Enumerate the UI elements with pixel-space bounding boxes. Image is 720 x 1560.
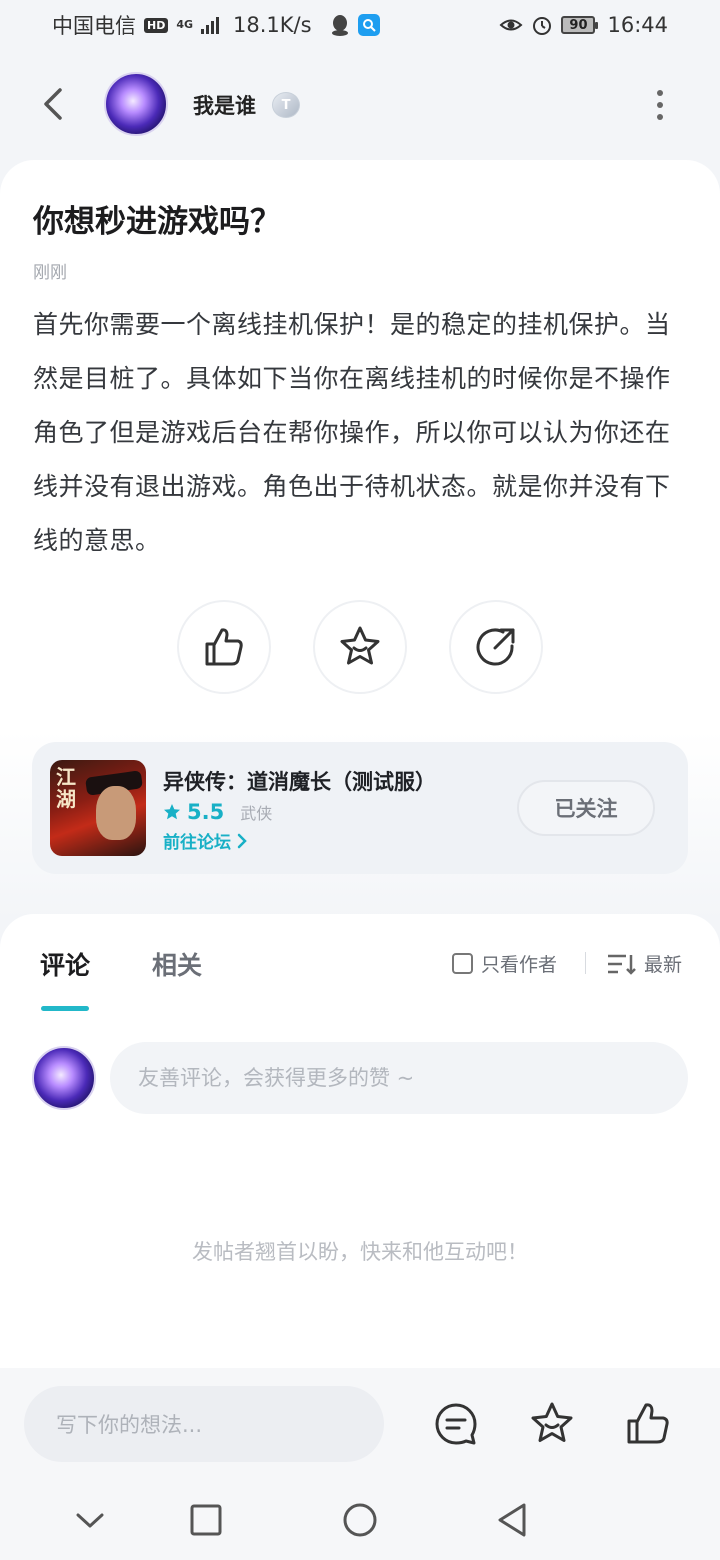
hd-icon: HD xyxy=(144,17,169,33)
more-options-icon[interactable] xyxy=(652,90,668,120)
game-icon-text: 江湖 xyxy=(56,765,76,811)
sort-icon xyxy=(608,954,636,975)
clock: 16:44 xyxy=(607,13,668,37)
nav-recents-icon[interactable] xyxy=(188,1502,224,1538)
star-icon[interactable] xyxy=(528,1400,576,1448)
eye-icon xyxy=(499,19,523,31)
network-speed: 18.1K/s xyxy=(233,13,312,37)
game-icon[interactable]: 江湖 xyxy=(50,760,146,856)
game-title[interactable]: 异侠传：道消魔长（测试服） xyxy=(163,766,436,796)
forum-link[interactable]: 前往论坛 xyxy=(163,828,249,853)
share-icon xyxy=(476,628,515,666)
favorite-button[interactable] xyxy=(313,600,407,694)
alarm-icon xyxy=(533,17,552,35)
rating-star-icon xyxy=(164,804,180,820)
system-nav-bar xyxy=(0,1480,720,1560)
nav-home-icon[interactable] xyxy=(342,1502,378,1538)
status-bar: 中国电信 HD 4G 18.1K/s 90 16:44 xyxy=(0,0,720,50)
author-avatar[interactable] xyxy=(104,72,168,136)
sort-label: 最新 xyxy=(644,954,683,976)
sort-button[interactable]: 最新 xyxy=(606,950,682,977)
share-button[interactable] xyxy=(449,600,543,694)
post-body: 首先你需要一个离线挂机保护！是的稳定的挂机保护。当然是目桩了。具体如下当你在离线… xyxy=(33,310,671,555)
status-left: 中国电信 HD 4G 18.1K/s xyxy=(52,10,380,40)
chevron-right-icon xyxy=(237,833,247,848)
network-type-label: 4G xyxy=(176,18,194,31)
tab-related[interactable]: 相关 xyxy=(152,946,202,982)
author-only-toggle[interactable]: 只看作者 xyxy=(452,950,557,977)
comment-input[interactable] xyxy=(110,1042,688,1114)
search-app-icon xyxy=(357,14,380,36)
star-icon xyxy=(340,626,380,665)
game-rating: 5.5 武侠 xyxy=(163,800,272,824)
qq-icon xyxy=(331,15,348,36)
post-header: 我是谁 T xyxy=(0,62,720,148)
game-score: 5.5 xyxy=(187,800,225,824)
status-right: 90 16:44 xyxy=(499,13,668,37)
carrier-label: 中国电信 xyxy=(52,14,136,38)
comment-icon[interactable] xyxy=(432,1400,480,1448)
tab-indicator xyxy=(41,1006,89,1011)
post-time: 刚刚 xyxy=(33,263,67,283)
follow-button[interactable]: 已关注 xyxy=(517,780,655,836)
thumbs-up-icon xyxy=(205,628,243,666)
comments-section: 评论 相关 只看作者 最新 发帖者翘首以盼，快来和他互动吧！ xyxy=(0,914,720,1368)
thumbs-up-icon[interactable] xyxy=(624,1400,672,1448)
game-category: 武侠 xyxy=(240,804,273,823)
game-card[interactable]: 江湖 异侠传：道消魔长（测试服） 5.5 武侠 前往论坛 已关注 xyxy=(32,742,688,874)
nav-back-icon[interactable] xyxy=(494,1502,530,1538)
level-badge: T xyxy=(272,92,300,118)
write-comment-input[interactable]: 写下你的想法... xyxy=(24,1386,384,1462)
battery-icon: 90 xyxy=(561,16,599,34)
author-only-checkbox[interactable] xyxy=(452,953,473,974)
tab-comments[interactable]: 评论 xyxy=(40,946,90,982)
user-avatar xyxy=(32,1046,96,1110)
like-button[interactable] xyxy=(177,600,271,694)
signal-icon xyxy=(201,16,220,34)
author-name[interactable]: 我是谁 xyxy=(193,90,256,120)
author-only-label: 只看作者 xyxy=(481,954,558,976)
post-card: 你想秒进游戏吗？ 刚刚 首先你需要一个离线挂机保护！是的稳定的挂机保护。当然是目… xyxy=(0,160,720,920)
empty-comments-note: 发帖者翘首以盼，快来和他互动吧！ xyxy=(192,1240,528,1264)
nav-collapse-icon[interactable] xyxy=(72,1502,108,1538)
back-icon[interactable] xyxy=(36,84,72,124)
forum-link-label: 前往论坛 xyxy=(163,833,231,853)
divider xyxy=(585,952,586,974)
post-title: 你想秒进游戏吗？ xyxy=(33,204,281,240)
bottom-action-bar: 写下你的想法... xyxy=(0,1368,720,1480)
